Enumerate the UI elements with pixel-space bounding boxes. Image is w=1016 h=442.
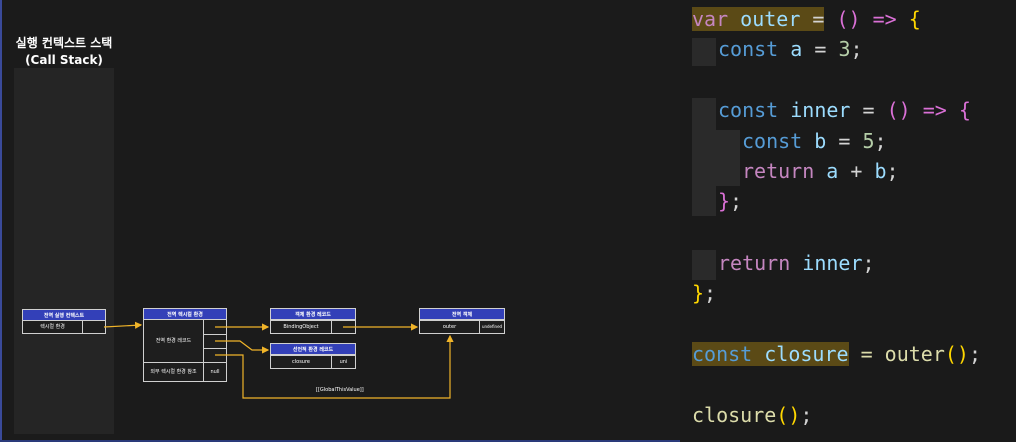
arrows-layer (103, 321, 454, 399)
tok: + (850, 159, 875, 183)
code-line-10: }; (692, 278, 716, 308)
tok: ; (704, 281, 717, 305)
tok: const (718, 37, 779, 61)
tok: ; (862, 251, 875, 275)
tok: b (874, 159, 887, 183)
arrow-exec-to-lexenv (103, 321, 143, 329)
tok: closure (692, 403, 777, 427)
tok: ; (886, 159, 899, 183)
tok: } (718, 189, 731, 213)
code-line-5: const b = 5; (742, 126, 887, 156)
code-line-14: closure(); (692, 400, 812, 430)
tok: 3 (838, 37, 851, 61)
tok: a (814, 159, 851, 183)
tok: { (958, 98, 971, 122)
tok: = (838, 129, 863, 153)
code-line-6: return a + b; (742, 156, 899, 186)
tok: ; (800, 403, 813, 427)
tok: () => (886, 98, 959, 122)
tok: const (692, 342, 753, 366)
tok: var (692, 7, 729, 31)
tok: { (908, 7, 921, 31)
tok: closure (764, 342, 849, 366)
indent-guide (692, 250, 716, 280)
tok: } (692, 281, 705, 305)
tok: ; (850, 37, 863, 61)
tok: inner (790, 251, 863, 275)
tok: = (812, 7, 825, 31)
tok: a (778, 37, 815, 61)
tok: () => (824, 7, 909, 31)
tok: = outer (848, 342, 945, 366)
code-line-1: var outer = () => { (692, 4, 921, 34)
tok: ; (730, 189, 743, 213)
tok: return (742, 159, 815, 183)
indent-guide (716, 130, 740, 186)
code-panel: var outer = () => { const a = 3; const i… (680, 0, 1016, 442)
tok: 5 (862, 129, 875, 153)
tok: ; (968, 342, 982, 366)
tok: const (718, 98, 779, 122)
code-line-2: const a = 3; (718, 34, 863, 64)
tok (752, 342, 764, 366)
tok: () (944, 342, 969, 366)
tok: return (718, 251, 791, 275)
code-line-4: const inner = () => { (718, 95, 971, 125)
tok: inner (778, 98, 863, 122)
indent-guide (692, 98, 716, 216)
arrow-envrecord-to-declarative-record (215, 340, 270, 354)
tok: outer (728, 7, 813, 31)
arrow-global-this-value (215, 334, 454, 399)
code-line-9: return inner; (718, 248, 875, 278)
diagram-panel: 실행 컨텍스트 스택 (Call Stack) 전역 실행 컨텍스트 렉시컬 환… (0, 0, 680, 442)
indent-guide (692, 38, 716, 66)
tok: = (862, 98, 887, 122)
tok: ; (874, 129, 887, 153)
tok: = (814, 37, 839, 61)
code-line-7: }; (718, 186, 742, 216)
code-line-12: const closure = outer(); (692, 339, 981, 369)
tok: const (742, 129, 803, 153)
tok: () (776, 403, 801, 427)
tok: b (802, 129, 839, 153)
